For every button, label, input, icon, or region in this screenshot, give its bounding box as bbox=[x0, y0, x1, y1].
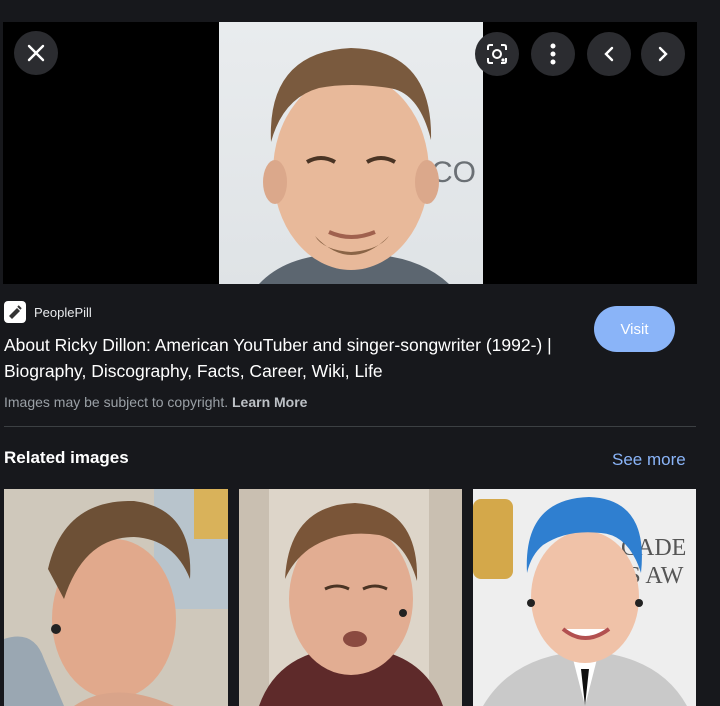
lens-button[interactable] bbox=[475, 32, 519, 76]
related-photo-3: CADE 'S AW bbox=[473, 489, 696, 706]
divider bbox=[4, 426, 696, 427]
related-image-1[interactable] bbox=[4, 489, 228, 706]
image-title-link[interactable]: About Ricky Dillon: American YouTuber an… bbox=[4, 332, 574, 384]
source-favicon-icon bbox=[4, 301, 26, 323]
chevron-left-icon bbox=[604, 46, 614, 62]
source-row[interactable]: PeoplePill bbox=[4, 300, 584, 324]
main-image[interactable]: CO bbox=[219, 22, 483, 284]
close-button[interactable] bbox=[14, 31, 58, 75]
copyright-text: Images may be subject to copyright. bbox=[4, 394, 229, 410]
related-image-2[interactable] bbox=[239, 489, 462, 706]
visit-button[interactable]: Visit bbox=[594, 306, 675, 352]
previous-image-button[interactable] bbox=[587, 32, 631, 76]
related-image-3[interactable]: CADE 'S AW bbox=[473, 489, 696, 706]
related-photo-2 bbox=[239, 489, 462, 706]
learn-more-link[interactable]: Learn More bbox=[232, 394, 307, 410]
source-name[interactable]: PeoplePill bbox=[34, 305, 92, 320]
portrait-photo: CO bbox=[259, 48, 476, 284]
chevron-right-icon bbox=[658, 46, 668, 62]
image-source-panel: PeoplePill About Ricky Dillon: American … bbox=[4, 300, 584, 410]
more-vert-icon bbox=[550, 43, 556, 65]
related-images-heading: Related images bbox=[4, 448, 129, 467]
related-photo-1 bbox=[4, 489, 228, 706]
copyright-notice: Images may be subject to copyright. Lear… bbox=[4, 394, 584, 410]
more-options-button[interactable] bbox=[531, 32, 575, 76]
next-image-button[interactable] bbox=[641, 32, 685, 76]
see-more-link[interactable]: See more bbox=[612, 450, 686, 470]
close-icon bbox=[27, 44, 45, 62]
image-viewer: CO bbox=[3, 22, 697, 284]
lens-icon bbox=[487, 44, 507, 64]
